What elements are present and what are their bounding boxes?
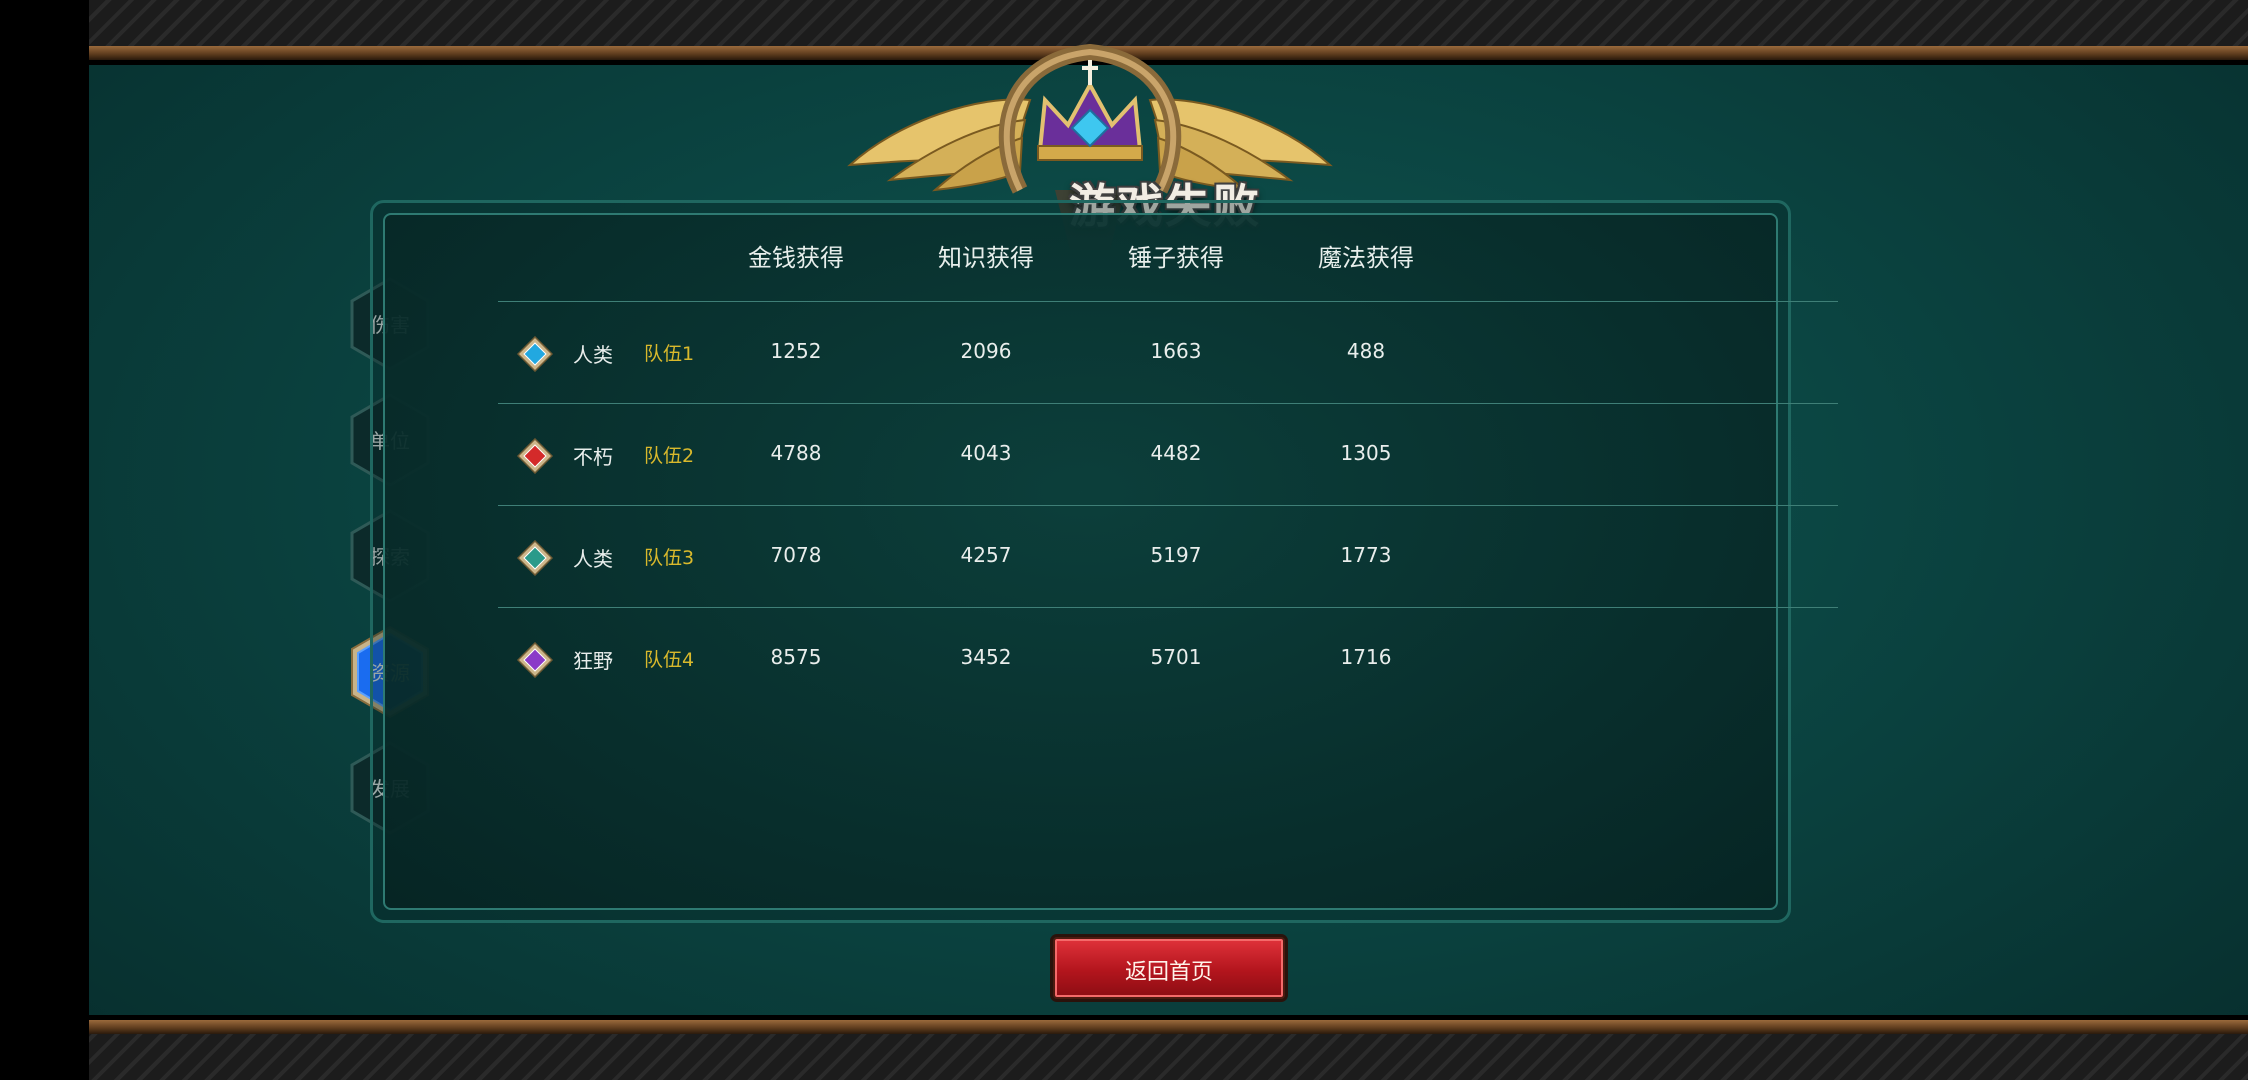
- team-label: 队伍2: [644, 445, 695, 467]
- hammer-value: 5197: [1150, 543, 1202, 567]
- race-label: 狂野: [573, 649, 613, 673]
- table-row: 狂野 队伍4 8575 3452 5701 1716: [498, 608, 1838, 709]
- diamond-gem-icon: [517, 438, 553, 474]
- team-label: 队伍4: [644, 649, 695, 671]
- team-label: 队伍1: [644, 343, 695, 365]
- column-header-gold: 金钱获得: [748, 244, 844, 272]
- magic-value: 1716: [1340, 645, 1392, 669]
- return-home-button[interactable]: 返回首页: [1049, 933, 1289, 1003]
- knowledge-value: 4257: [960, 543, 1012, 567]
- diamond-gem-icon: [517, 540, 553, 576]
- table-row: 不朽 队伍2 4788 4043 4482 1305: [498, 404, 1838, 505]
- race-label: 人类: [573, 547, 613, 571]
- column-header-hammer: 锤子获得: [1128, 244, 1224, 272]
- column-header-knowledge: 知识获得: [938, 244, 1034, 272]
- hammer-value: 4482: [1150, 441, 1202, 465]
- gold-value: 8575: [770, 645, 822, 669]
- table-row: 人类 队伍1 1252 2096 1663 488: [498, 302, 1838, 403]
- bottom-frame-border: [89, 1015, 2248, 1080]
- hammer-value: 1663: [1150, 339, 1202, 363]
- diamond-gem-icon: [517, 642, 553, 678]
- magic-value: 488: [1346, 339, 1386, 363]
- gold-value: 7078: [770, 543, 822, 567]
- return-home-button-label: 返回首页: [1124, 960, 1213, 985]
- race-label: 人类: [573, 343, 613, 367]
- gold-value: 4788: [770, 441, 822, 465]
- table-row: 人类 队伍3 7078 4257 5197 1773: [498, 506, 1838, 607]
- gold-value: 1252: [770, 339, 822, 363]
- team-label: 队伍3: [644, 547, 695, 569]
- knowledge-value: 3452: [960, 645, 1012, 669]
- column-header-magic: 魔法获得: [1318, 244, 1414, 272]
- knowledge-value: 2096: [960, 339, 1012, 363]
- knowledge-value: 4043: [960, 441, 1012, 465]
- magic-value: 1773: [1340, 543, 1392, 567]
- race-label: 不朽: [573, 445, 613, 469]
- diamond-gem-icon: [517, 336, 553, 372]
- hammer-value: 5701: [1150, 645, 1202, 669]
- magic-value: 1305: [1340, 441, 1392, 465]
